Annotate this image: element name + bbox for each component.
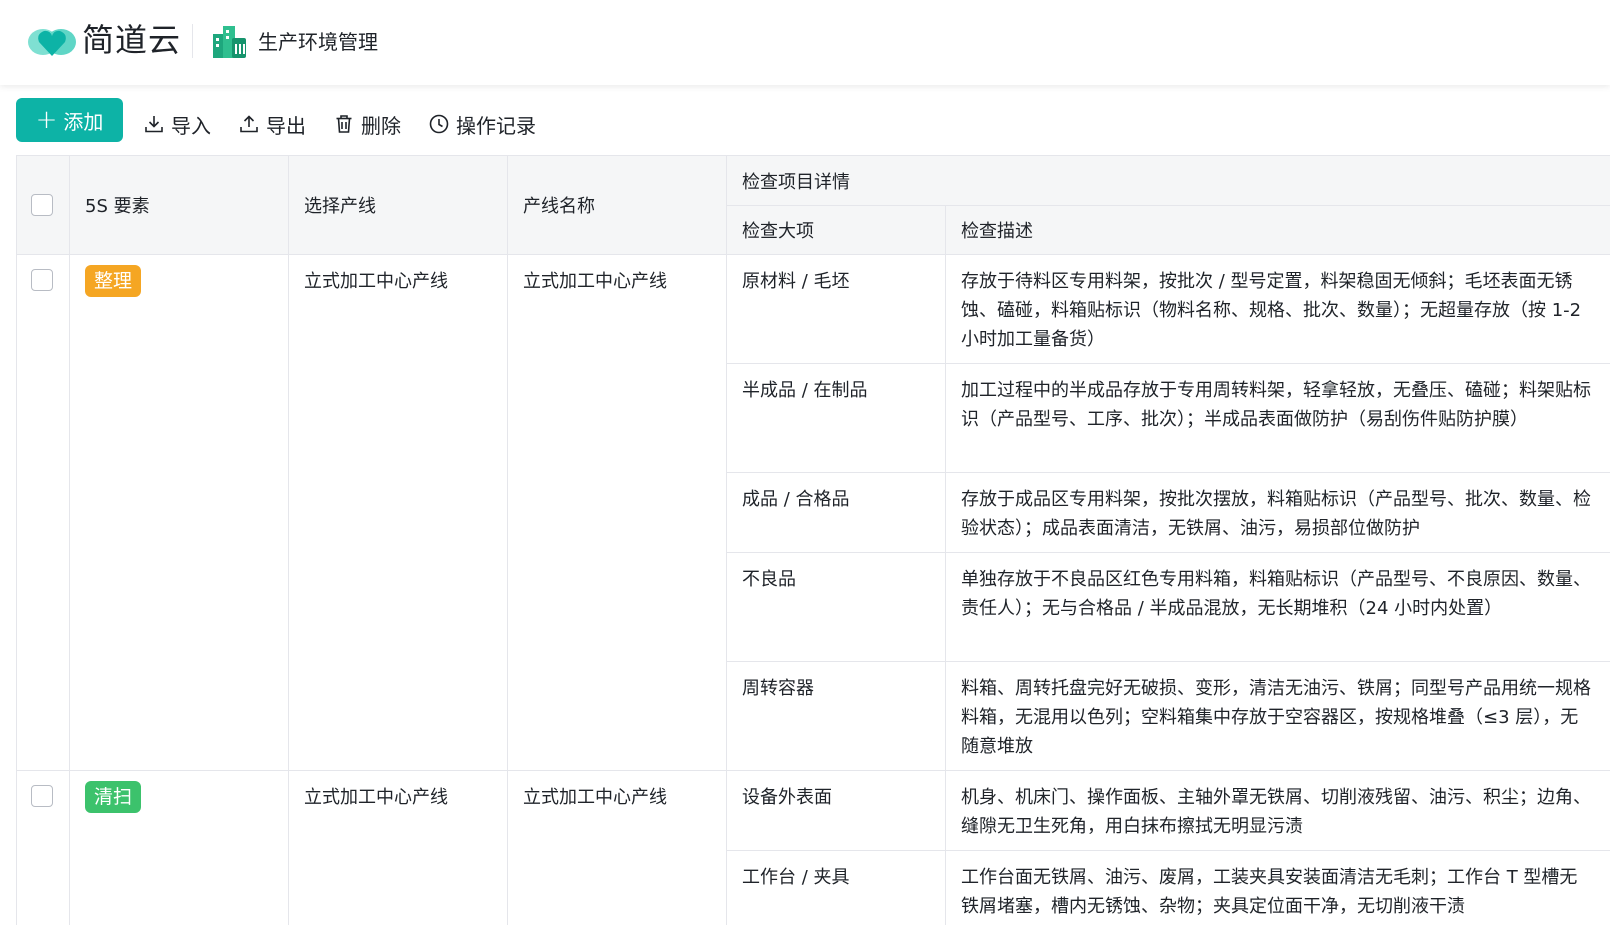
cell-inspection-item[interactable]: 半成品 / 在制品 [727, 364, 946, 473]
add-button-label: 添加 [63, 109, 104, 134]
delete-button[interactable]: 删除 [333, 110, 401, 138]
brand-logo-icon [28, 29, 76, 56]
cell-inspection-item[interactable]: 原材料 / 毛坯 [727, 255, 946, 364]
cell-line-name[interactable]: 立式加工中心产线 [508, 255, 727, 771]
cell-inspection-desc[interactable]: 机身、机床门、操作面板、主轴外罩无铁屑、切削液残留、油污、积尘；边角、缝隙无卫生… [946, 771, 1610, 851]
cell-select-line[interactable]: 立式加工中心产线 [289, 771, 508, 925]
cell-inspection-desc[interactable]: 存放于成品区专用料架，按批次摆放，料箱贴标识（产品型号、批次、数量、检验状态）；… [946, 473, 1610, 553]
cell-inspection-item[interactable]: 工作台 / 夹具 [727, 851, 946, 925]
row-select-cell [17, 255, 70, 771]
row-select-cell [17, 771, 70, 925]
cell-inspection-desc[interactable]: 单独存放于不良品区红色专用料箱，料箱贴标识（产品型号、不良原因、数量、责任人）；… [946, 553, 1610, 662]
import-label: 导入 [171, 113, 211, 138]
cell-inspection-item[interactable]: 设备外表面 [727, 771, 946, 851]
export-label: 导出 [266, 113, 306, 138]
cell-inspection-item[interactable]: 不良品 [727, 553, 946, 662]
header-inspection-details: 检查项目详情 [727, 156, 1610, 206]
header-5s-element[interactable]: 5S 要素 [70, 156, 289, 255]
header-inspection-desc[interactable]: 检查描述 [946, 206, 1610, 255]
plus-icon: + [35, 105, 58, 135]
upload-icon [240, 115, 258, 133]
add-button[interactable]: + 添加 [16, 98, 123, 142]
factory-building-icon [213, 26, 246, 58]
data-table: 5S 要素 选择产线 产线名称 检查项目详情 检查大项 检查描述 整理立式加工中… [16, 155, 1610, 925]
export-button[interactable]: 导出 [238, 110, 306, 138]
header-line-name[interactable]: 产线名称 [508, 156, 727, 255]
cell-5s-element[interactable]: 整理 [70, 255, 289, 771]
trash-icon [336, 115, 352, 133]
cell-inspection-desc[interactable]: 存放于待料区专用料架，按批次 / 型号定置，料架稳固无倾斜；毛坯表面无锈蚀、磕碰… [946, 255, 1610, 364]
header-select-all-cell [17, 156, 70, 255]
top-header: 简道云 生产环境管理 [0, 0, 1610, 85]
cell-5s-element[interactable]: 清扫 [70, 771, 289, 925]
cell-inspection-desc[interactable]: 加工过程中的半成品存放于专用周转料架，轻拿轻放，无叠压、磕碰；料架贴标识（产品型… [946, 364, 1610, 473]
cell-inspection-desc[interactable]: 料箱、周转托盘完好无破损、变形，清洁无油污、铁屑；同型号产品用统一规格料箱，无混… [946, 662, 1610, 771]
cell-select-line[interactable]: 立式加工中心产线 [289, 255, 508, 771]
header-divider [192, 24, 193, 58]
cell-inspection-desc[interactable]: 工作台面无铁屑、油污、废屑，工装夹具安装面清洁无毛刺；工作台 T 型槽无铁屑堵塞… [946, 851, 1610, 925]
operation-log-button[interactable]: 操作记录 [428, 110, 536, 138]
download-icon [145, 116, 163, 133]
cell-inspection-item[interactable]: 周转容器 [727, 662, 946, 771]
clock-icon [429, 114, 449, 134]
status-badge: 整理 [85, 265, 142, 297]
operation-log-label: 操作记录 [456, 113, 536, 138]
brand-name: 简道云 [82, 21, 182, 59]
row-checkbox[interactable] [31, 269, 53, 291]
cell-line-name[interactable]: 立式加工中心产线 [508, 771, 727, 925]
select-all-checkbox[interactable] [31, 194, 53, 216]
import-button[interactable]: 导入 [143, 110, 211, 138]
header-select-line[interactable]: 选择产线 [289, 156, 508, 255]
cell-inspection-item[interactable]: 成品 / 合格品 [727, 473, 946, 553]
delete-label: 删除 [361, 113, 401, 138]
status-badge: 清扫 [85, 781, 142, 813]
row-checkbox[interactable] [31, 785, 53, 807]
header-inspection-item[interactable]: 检查大项 [727, 206, 946, 255]
app-title: 生产环境管理 [258, 30, 378, 54]
